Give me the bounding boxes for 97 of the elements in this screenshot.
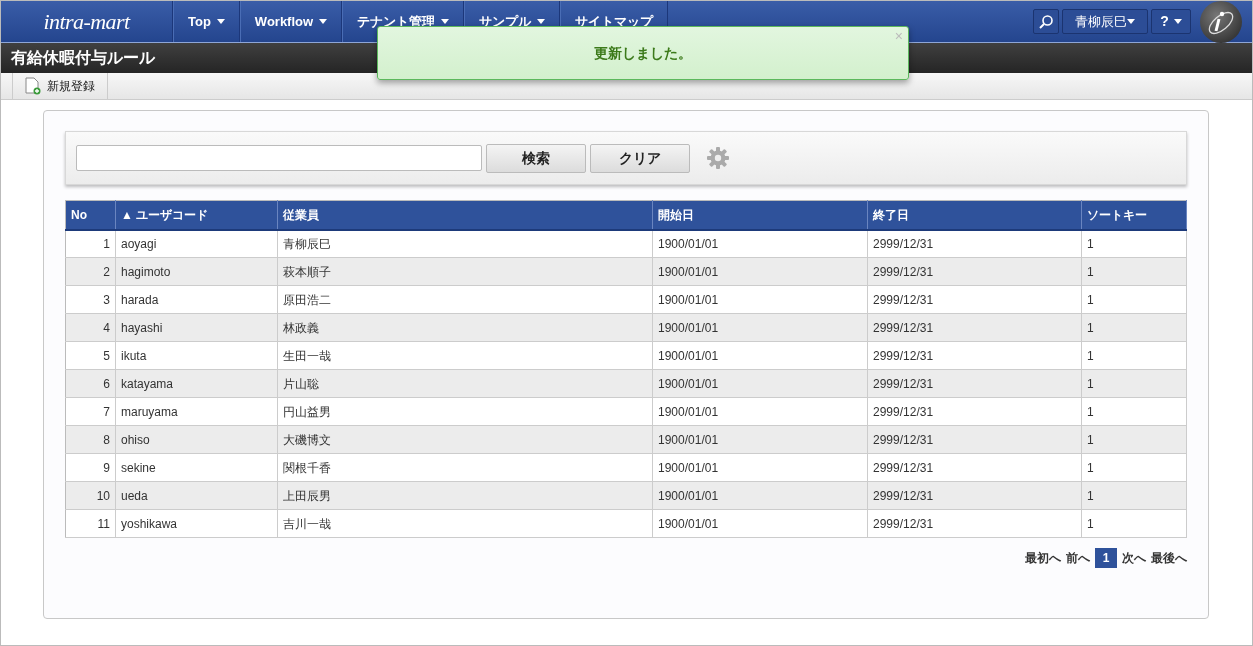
search-button[interactable] <box>1033 9 1059 34</box>
table-cell: 1900/01/01 <box>652 257 868 286</box>
table-cell: 1 <box>65 229 116 258</box>
table-cell: 原田浩二 <box>277 285 653 314</box>
table-cell: 2999/12/31 <box>867 453 1082 482</box>
page-link[interactable]: 1 <box>1095 548 1117 568</box>
table-cell: 1900/01/01 <box>652 453 868 482</box>
table-cell: 4 <box>65 313 116 342</box>
table-cell: 1900/01/01 <box>652 285 868 314</box>
nav-menu-item[interactable]: Top <box>173 1 240 42</box>
table-cell: 1 <box>1081 229 1187 258</box>
table-cell: yoshikawa <box>115 509 278 538</box>
new-registration-button[interactable]: 新規登録 <box>12 73 108 99</box>
search-icon <box>1038 13 1054 30</box>
table-cell: sekine <box>115 453 278 482</box>
table-cell: 1 <box>1081 313 1187 342</box>
table-cell: 1900/01/01 <box>652 509 868 538</box>
table-cell: hagimoto <box>115 257 278 286</box>
table-cell: 1 <box>1081 481 1187 510</box>
table-cell: 1900/01/01 <box>652 341 868 370</box>
last-page-link[interactable]: 最後へ <box>1151 549 1187 567</box>
table-cell: 1 <box>1081 425 1187 454</box>
table-cell: 1 <box>1081 257 1187 286</box>
table-cell: 1900/01/01 <box>652 369 868 398</box>
table-cell: 1900/01/01 <box>652 229 868 258</box>
search-field[interactable] <box>76 145 482 171</box>
column-header[interactable]: ▲ ユーザコード <box>115 200 278 230</box>
table-cell: 1 <box>1081 341 1187 370</box>
table-cell: 8 <box>65 425 116 454</box>
column-header[interactable]: 終了日 <box>867 200 1082 230</box>
nav-menu-item[interactable]: Workflow <box>239 1 343 42</box>
column-header[interactable]: 開始日 <box>652 200 868 230</box>
help-menu-button[interactable]: ? <box>1151 9 1191 34</box>
table-cell: 大磯博文 <box>277 425 653 454</box>
previous-page-link[interactable]: 前へ <box>1066 549 1090 567</box>
search-button[interactable]: 検索 <box>486 143 586 173</box>
table-cell: ohiso <box>115 425 278 454</box>
table-cell: 青柳辰巳 <box>277 229 653 258</box>
table-cell: 2999/12/31 <box>867 481 1082 510</box>
table-cell: 1 <box>1081 369 1187 398</box>
table-cell: 1 <box>1081 509 1187 538</box>
table-cell: 2999/12/31 <box>867 257 1082 286</box>
new-document-icon <box>25 77 41 95</box>
table-cell: 11 <box>65 509 116 538</box>
next-page-link[interactable]: 次へ <box>1122 549 1146 567</box>
table-cell: 1900/01/01 <box>652 397 868 426</box>
caret-icon <box>1127 19 1135 24</box>
column-header[interactable]: 従業員 <box>277 200 653 230</box>
column-header[interactable]: ソートキー <box>1081 200 1187 230</box>
table-cell: 6 <box>65 369 116 398</box>
table-cell: 生田一哉 <box>277 341 653 370</box>
table-cell: 1900/01/01 <box>652 481 868 510</box>
toast-message: 更新しました。 <box>594 43 692 63</box>
table-cell: ueda <box>115 481 278 510</box>
table-cell: 2999/12/31 <box>867 509 1082 538</box>
column-header[interactable]: No <box>65 200 116 230</box>
clear-button[interactable]: クリア <box>590 143 690 173</box>
table-cell: 吉川一哉 <box>277 509 653 538</box>
table-cell: harada <box>115 285 278 314</box>
table-cell: 上田辰男 <box>277 481 653 510</box>
user-menu-button[interactable]: 青柳辰巳 <box>1062 9 1148 34</box>
table-cell: 7 <box>65 397 116 426</box>
logo: intra-mart <box>43 8 130 36</box>
table-cell: 3 <box>65 285 116 314</box>
table-cell: 関根千香 <box>277 453 653 482</box>
caret-icon <box>441 19 450 24</box>
first-page-link[interactable]: 最初へ <box>1025 549 1061 567</box>
table-cell: 2999/12/31 <box>867 229 1082 258</box>
table-cell: 2999/12/31 <box>867 369 1082 398</box>
table-cell: aoyagi <box>115 229 278 258</box>
table-cell: 2999/12/31 <box>867 313 1082 342</box>
table-cell: 10 <box>65 481 116 510</box>
table-cell: 9 <box>65 453 116 482</box>
table-cell: 萩本順子 <box>277 257 653 286</box>
table-cell: maruyama <box>115 397 278 426</box>
caret-icon <box>216 19 225 24</box>
table-cell: ikuta <box>115 341 278 370</box>
table-cell: katayama <box>115 369 278 398</box>
table-cell: 1 <box>1081 453 1187 482</box>
caret-icon <box>537 19 546 24</box>
table-cell: 円山益男 <box>277 397 653 426</box>
table-cell: 2999/12/31 <box>867 285 1082 314</box>
table-cell: 片山聡 <box>277 369 653 398</box>
page-title: 有給休暇付与ルール <box>11 48 155 68</box>
table-cell: 5 <box>65 341 116 370</box>
table-cell: 1900/01/01 <box>652 313 868 342</box>
table-cell: 2999/12/31 <box>867 341 1082 370</box>
caret-icon <box>319 19 328 24</box>
table-cell: 1 <box>1081 397 1187 426</box>
table-cell: 2 <box>65 257 116 286</box>
table-cell: 1900/01/01 <box>652 425 868 454</box>
table-cell: hayashi <box>115 313 278 342</box>
table-cell: 2999/12/31 <box>867 425 1082 454</box>
table-cell: 林政義 <box>277 313 653 342</box>
caret-icon <box>1173 19 1182 24</box>
table-cell: 2999/12/31 <box>867 397 1082 426</box>
table-cell: 1 <box>1081 285 1187 314</box>
